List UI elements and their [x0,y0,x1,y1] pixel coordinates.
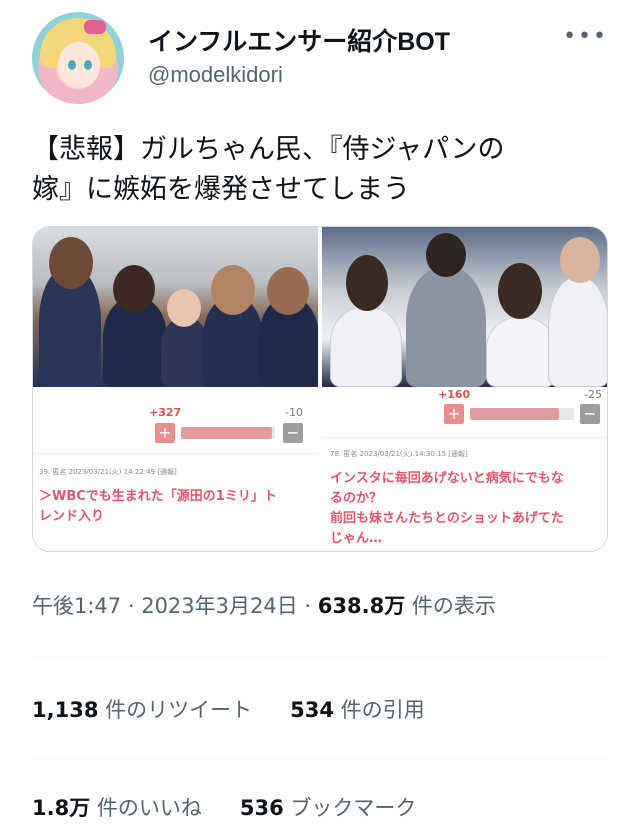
tweet-text-line: 嫁』に嫉妬を爆発させてしまう [32,174,410,205]
minus-vote-count: -25 [584,388,602,401]
minus-vote-button[interactable]: − [283,423,303,443]
comment-meta: 39. 匿名 2023/03/21(火) 14:22:49 [通報] [39,468,177,476]
minus-vote-button[interactable]: − [580,404,600,424]
quotes-stat[interactable]: 534 件の引用 [290,694,425,724]
account-name[interactable]: インフルエンサー紹介BOT [148,22,450,58]
tweet-timestamp: 午後1:47 · 2023年3月24日 · 638.8万 件の表示 [32,590,496,620]
minus-vote-count: -10 [285,406,303,419]
plus-vote-button[interactable]: + [155,423,175,443]
media-grid[interactable]: +327 -10 + − 39. 匿名 2023/03/21(火) 14:22:… [32,226,608,552]
vote-bar-fill [470,408,560,420]
comment-meta: 78. 匿名 2023/03/21(火) 14:30:15 [通報] [330,450,468,458]
like-label: 件のいいね [90,796,202,820]
comment-body: ＞WBCでも生まれた「源田の1ミリ」ト レンド入り [39,487,315,527]
plus-vote-button[interactable]: + [444,404,464,424]
engagement-row: 1,138 件のリツイート 534 件の引用 [32,694,463,724]
comment-line: ＞WBCでも生まれた「源田の1ミリ」ト [39,489,277,504]
avatar[interactable] [32,12,124,104]
view-count: 638.8万 [317,594,406,618]
retweet-count: 1,138 [32,698,99,722]
plus-vote-count: +160 [438,388,471,401]
comment-line: 前回も妹さんたちとのショットあげてた [330,511,564,526]
engagement-row: 1.8万 件のいいね 536 ブックマーク [32,792,454,822]
quote-label: 件の引用 [333,698,425,722]
bookmarks-stat[interactable]: 536 ブックマーク [240,792,417,822]
divider [32,657,608,658]
comment-body: インスタに毎回あげないと病気にでもな るのか？ 前回も妹さんたちとのショットあげ… [330,469,607,549]
comment-line: インスタに毎回あげないと病気にでもな [330,471,564,486]
divider [32,758,608,759]
photo-left [33,227,318,387]
media-image-left[interactable]: +327 -10 + − 39. 匿名 2023/03/21(火) 14:22:… [33,227,318,551]
bookmark-count: 536 [239,796,284,820]
tweet-date[interactable]: 2023年3月24日 [141,594,298,618]
separator: · [121,594,142,618]
divider [322,437,607,438]
comment-line: るのか？ [330,491,383,506]
plus-vote-count: +327 [149,406,182,419]
tweet-text: 【悲報】ガルちゃん民、『侍ジャパンの 嫁』に嫉妬を爆発させてしまう [32,130,608,210]
account-handle[interactable]: @modelkidori [148,62,283,88]
vote-bar-fill [181,427,273,439]
comment-line: じゃん… [330,531,383,546]
like-count: 1.8万 [32,796,91,820]
view-label: 件の表示 [405,594,496,618]
comment-line: レンド入り [39,509,105,524]
likes-stat[interactable]: 1.8万 件のいいね [32,792,202,822]
retweets-stat[interactable]: 1,138 件のリツイート [32,694,252,724]
photo-right [322,227,607,387]
tweet-header: インフルエンサー紹介BOT @modelkidori ••• [32,12,612,108]
media-image-right[interactable]: +160 -25 + − 78. 匿名 2023/03/21(火) 14:30:… [322,227,607,551]
tweet-time[interactable]: 午後1:47 [32,594,121,618]
retweet-label: 件のリツイート [98,698,253,722]
more-horizontal-icon[interactable]: ••• [563,24,608,49]
quote-count: 534 [290,698,334,722]
bookmark-label: ブックマーク [283,796,417,820]
divider [33,453,318,454]
tweet-text-line: 【悲報】ガルちゃん民、『侍ジャパンの [32,134,505,165]
separator: · [297,594,318,618]
